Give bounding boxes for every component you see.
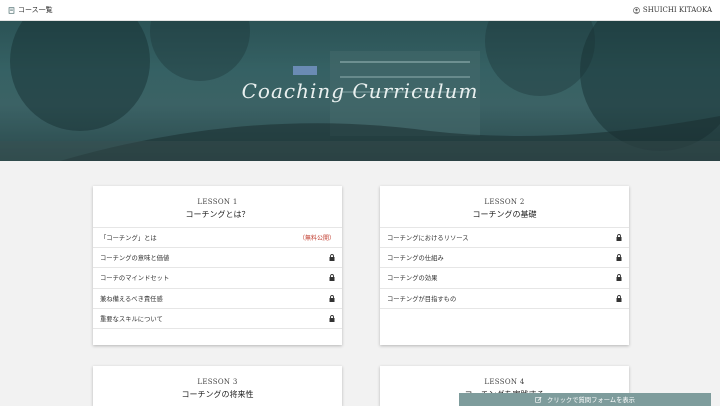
user-name: SHUICHI KITAOKA (642, 6, 712, 14)
lesson-item-label: コーチのマインドセット (100, 275, 170, 283)
lesson-number: LESSON 2 (484, 198, 525, 206)
lesson-item[interactable]: 「コーチング」とは （無料公開） (93, 228, 342, 249)
lock-icon (329, 314, 335, 322)
lock-icon (329, 294, 335, 302)
lesson-header: LESSON 3 コーチングの将来性 (93, 366, 342, 406)
lesson-item-label: 「コーチング」とは (100, 235, 157, 243)
lesson-item-label: コーチングにおけるリソース (387, 235, 469, 243)
hero-title: Coaching Curriculum (241, 79, 479, 103)
course-list-link[interactable]: コース一覧 (8, 5, 53, 15)
user-icon (633, 6, 640, 14)
lock-icon (616, 234, 622, 242)
lesson-card-3: LESSON 3 コーチングの将来性 (93, 366, 342, 406)
lesson-title: コーチングの基礎 (472, 210, 537, 219)
lesson-title: コーチングの将来性 (181, 390, 254, 399)
user-menu[interactable]: SHUICHI KITAOKA (633, 6, 712, 14)
lesson-item[interactable]: コーチングの効果 (380, 268, 629, 289)
lesson-item[interactable]: 重要なスキルについて (93, 309, 342, 329)
edit-icon (535, 397, 542, 403)
lock-icon (616, 294, 622, 302)
lesson-card-2: LESSON 2 コーチングの基礎 コーチングにおけるリソース コーチングの仕組… (380, 186, 629, 345)
lesson-number: LESSON 1 (197, 198, 238, 206)
question-form-button[interactable]: クリックで質問フォームを表示 (459, 393, 711, 406)
lesson-item-label: コーチングの意味と価値 (100, 255, 170, 263)
lesson-item[interactable]: コーチングにおけるリソース (380, 228, 629, 249)
lesson-item[interactable]: コーチングの意味と価値 (93, 248, 342, 269)
lesson-item-label: コーチングの仕組み (387, 255, 444, 263)
question-form-label: クリックで質問フォームを表示 (547, 397, 635, 404)
lesson-item-label: 兼ね備えるべき責任感 (100, 295, 163, 303)
lesson-item-label: 重要なスキルについて (100, 315, 163, 323)
lesson-item-label: コーチングの効果 (387, 275, 438, 283)
lesson-card-1: LESSON 1 コーチングとは？ 「コーチング」とは （無料公開） コーチングの… (93, 186, 342, 345)
book-icon (8, 6, 15, 14)
top-bar: コース一覧 SHUICHI KITAOKA (0, 0, 720, 21)
lesson-header: LESSON 2 コーチングの基礎 (380, 186, 629, 228)
hero-banner: Coaching Curriculum (0, 21, 720, 161)
lesson-item[interactable]: コーチのマインドセット (93, 268, 342, 289)
lesson-item-list: 「コーチング」とは （無料公開） コーチングの意味と価値 コーチのマインドセット … (93, 228, 342, 329)
lesson-item-list: コーチングにおけるリソース コーチングの仕組み コーチングの効果 コーチングが目… (380, 228, 629, 309)
lesson-number: LESSON 3 (197, 378, 238, 386)
lock-icon (616, 274, 622, 282)
course-list-label: コース一覧 (18, 6, 53, 14)
lesson-title: コーチングとは？ (185, 210, 250, 219)
free-badge: （無料公開） (298, 235, 335, 243)
lesson-item[interactable]: コーチングの仕組み (380, 248, 629, 269)
lesson-item[interactable]: 兼ね備えるべき責任感 (93, 289, 342, 309)
lock-icon (329, 274, 335, 282)
lesson-item[interactable]: コーチングが目指すもの (380, 289, 629, 309)
lesson-header: LESSON 1 コーチングとは？ (93, 186, 342, 228)
lesson-number: LESSON 4 (484, 378, 525, 386)
lock-icon (329, 254, 335, 262)
lock-icon (616, 254, 622, 262)
lesson-item-label: コーチングが目指すもの (387, 295, 457, 303)
